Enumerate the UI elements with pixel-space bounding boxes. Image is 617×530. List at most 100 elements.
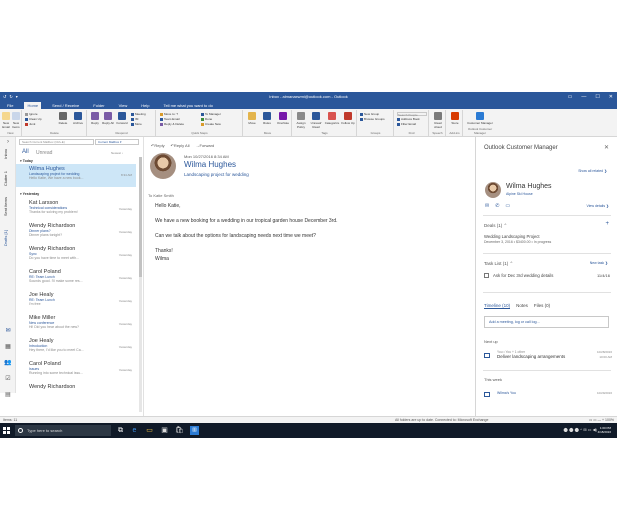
quick-step-to-manager[interactable]: To Manager (201, 112, 221, 116)
tab-folder[interactable]: Folder (90, 102, 107, 109)
contact-name[interactable]: Wilma Hughes (506, 183, 552, 190)
sort-order[interactable]: Newest ↓ (111, 151, 123, 155)
file-explorer-icon[interactable]: ▭ (145, 426, 154, 435)
task-view-icon[interactable]: ⧉ (116, 426, 125, 435)
email-contact-icon[interactable]: ✉ (485, 203, 489, 209)
unread-read-button[interactable]: Unread/ Read (309, 112, 323, 129)
message-list-item[interactable]: Joe Healy RE: Team Lunch I'm free Yesterday (16, 290, 136, 313)
calendar-icon[interactable]: ▦ (4, 344, 12, 350)
search-input[interactable]: Search Current Mailbox (Ctrl+E) (19, 139, 94, 145)
folder-sent-items[interactable]: Sent Items (3, 197, 8, 216)
deal-name[interactable]: Wedding Landscaping Project (484, 234, 540, 239)
delete-button[interactable]: Delete (56, 112, 70, 125)
system-tray[interactable]: ⬤ ⬤ ⬤ ^ ⊞ ▭ ◀) (563, 427, 597, 432)
search-scope-dropdown[interactable]: Current Mailbox ▾ (95, 139, 139, 145)
message-list-item[interactable]: Wendy Richardson (16, 382, 136, 405)
quick-step-create-new[interactable]: Create New (201, 122, 221, 126)
timeline-event[interactable]: Wilma's You 10/29/2016 (484, 389, 612, 405)
contact-avatar[interactable] (485, 182, 501, 198)
junk-button[interactable]: Junk (25, 122, 35, 126)
new-group-button[interactable]: New Group (360, 112, 379, 116)
folder-clutter[interactable]: Clutter 1 (3, 171, 8, 186)
folder-drafts[interactable]: Drafts [1] (3, 230, 8, 246)
add-deal-icon[interactable]: + (605, 221, 609, 227)
filter-all[interactable]: All (22, 149, 29, 155)
new-items-button[interactable]: New Items (11, 112, 21, 129)
meeting-button[interactable]: Meeting (131, 112, 146, 116)
outlook-taskbar-icon[interactable]: ▥ (190, 426, 199, 435)
im-button[interactable]: IM (131, 117, 138, 121)
new-task-link[interactable]: New task ❯ (590, 261, 608, 265)
task-text[interactable]: Ask for Dec 3rd wedding details (493, 273, 553, 278)
scrollbar-thumb[interactable] (139, 157, 142, 277)
mail-icon[interactable]: ✉ (4, 328, 12, 334)
group-header-today[interactable]: ▾ Today (20, 159, 33, 163)
reply-button[interactable]: Reply (89, 112, 101, 125)
tab-view[interactable]: View (116, 102, 131, 109)
read-aloud-button[interactable]: Read Aloud (431, 112, 445, 129)
assign-policy-button[interactable]: Assign Policy (294, 112, 308, 129)
sender-avatar[interactable] (150, 153, 176, 179)
ribbon-display-icon[interactable]: ▭ (568, 94, 573, 100)
quick-step-reply-delete[interactable]: Reply & Delete (160, 122, 184, 126)
quick-step-team-email[interactable]: Team Email (160, 117, 180, 121)
windows-start-icon[interactable] (3, 427, 10, 434)
message-sender[interactable]: Wilma Hughes (184, 160, 236, 169)
store-button[interactable]: Store (448, 112, 462, 125)
follow-up-button[interactable]: Follow Up (341, 112, 355, 125)
group-header-yesterday[interactable]: ▾ Yesterday (20, 192, 39, 196)
message-list-item[interactable]: Kat Larsson Technical considerations Thank… (16, 198, 136, 221)
forward-link[interactable]: →Forward (196, 143, 215, 148)
reply-all-button[interactable]: Reply All (102, 112, 114, 125)
deals-header[interactable]: Deals (1) ⌃ (484, 223, 507, 229)
store-icon[interactable]: 🛍 (175, 426, 184, 435)
archive-button[interactable]: Archive (71, 112, 85, 125)
timeline-event[interactable]: You • You + 1 other Deliver landscaping … (484, 350, 612, 366)
browse-groups-button[interactable]: Browse Groups (360, 117, 385, 121)
reply-link[interactable]: ↶Reply (151, 143, 165, 148)
message-list-item[interactable]: Carol Poland Issues Running into some tech… (16, 359, 136, 382)
tasks-icon[interactable]: ☑ (4, 376, 12, 382)
contact-company[interactable]: Alpine Ski House (506, 192, 533, 196)
ocm-close-icon[interactable]: ✕ (604, 144, 609, 151)
message-list-item[interactable]: Wendy Richardson Sync Do you have time to … (16, 244, 136, 267)
message-list-item[interactable]: Wendy Richardson Dinner plans? Dinner plan… (16, 221, 136, 244)
windows-app-icon[interactable]: ▣ (160, 426, 169, 435)
message-list-item[interactable]: Joe Healy Introduction Hey there, I'd like… (16, 336, 136, 359)
tab-timeline[interactable]: Timeline (10) (484, 303, 511, 309)
clean-up-button[interactable]: Clean Up (25, 117, 42, 121)
ignore-button[interactable]: Ignore (25, 112, 38, 116)
show-all-related-link[interactable]: Show all related ❯ (578, 169, 607, 173)
tab-notes[interactable]: Notes (516, 303, 528, 309)
message-list-item[interactable]: Carol Poland RE: Team Lunch Sounds good. I… (16, 267, 136, 290)
new-email-button[interactable]: New Email (1, 112, 11, 129)
call-contact-icon[interactable]: ✆ (495, 203, 499, 209)
filter-unread[interactable]: Unread (36, 150, 52, 156)
message-list-scrollbar[interactable] (139, 157, 142, 412)
more-button[interactable]: More (131, 122, 142, 126)
search-people-input[interactable]: Search People (397, 112, 427, 117)
maximize-icon[interactable]: ☐ (595, 94, 599, 100)
folder-inbox[interactable]: Inbox (3, 149, 8, 159)
reply-all-link[interactable]: ↶Reply All (171, 143, 190, 148)
quick-step-done[interactable]: Done (201, 117, 212, 121)
rules-button[interactable]: Rules (260, 112, 274, 125)
add-activity-input[interactable]: Add a meeting, log or call log... (484, 316, 609, 328)
edge-icon[interactable]: e (130, 426, 139, 435)
tell-me-input[interactable]: Tell me what you want to do (160, 102, 215, 109)
categorize-button[interactable]: Categorize (324, 112, 340, 125)
tab-file[interactable]: File (4, 102, 16, 109)
people-icon[interactable]: 👥 (4, 360, 12, 366)
taskbar-search-input[interactable]: Type here to search (15, 425, 111, 436)
tab-help[interactable]: Help (138, 102, 152, 109)
notes-icon[interactable]: ▤ (4, 392, 12, 398)
minimize-icon[interactable]: — (581, 94, 586, 100)
address-book-button[interactable]: Address Book (397, 117, 420, 121)
task-list-header[interactable]: Task List (1) ⌃ (484, 261, 513, 267)
tab-home[interactable]: Home (24, 102, 42, 109)
quick-step-move-to[interactable]: Move to: ? (160, 112, 178, 116)
close-icon[interactable]: ✕ (609, 94, 613, 100)
message-list-item[interactable]: Mike Miller New conference Hi! Did you hea… (16, 313, 136, 336)
tab-files[interactable]: Files (0) (534, 303, 550, 309)
filter-email-button[interactable]: Filter Email (397, 122, 416, 126)
